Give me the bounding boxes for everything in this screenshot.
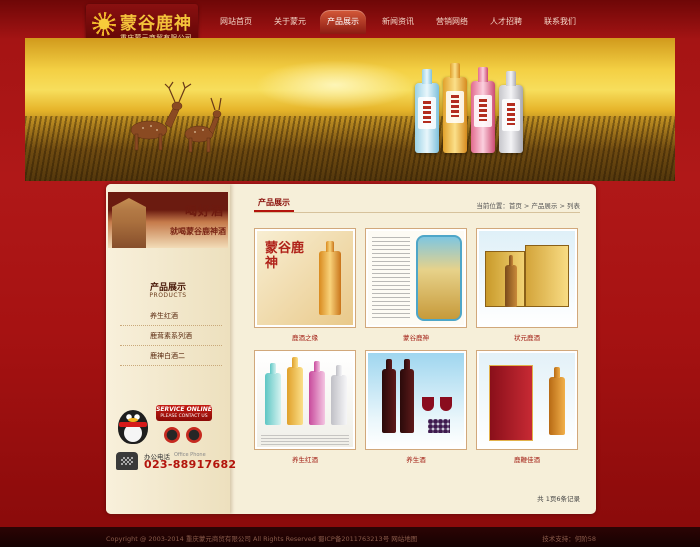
page-title: 产品展示 (254, 196, 294, 212)
bottle-gold-image (443, 63, 467, 153)
cognac-bottle-image (549, 367, 565, 435)
title-divider (254, 212, 580, 213)
pavilion-image (112, 198, 146, 248)
sidebar-item-antler-series[interactable]: 鹿茸素系列酒 (120, 326, 222, 346)
slogan-line1: 喝好酒 (184, 204, 224, 218)
sidebar-item-wine[interactable]: 养生红酒 (120, 306, 222, 326)
bottle-image (265, 363, 281, 425)
qq-chat-button-1[interactable] (164, 427, 180, 443)
slogan-line2: 就喝蒙谷鹿神酒 (170, 226, 226, 236)
pagination-info: 共 1页6条记录 (537, 495, 580, 503)
bottle-image (309, 361, 325, 425)
bottle-image (331, 365, 347, 425)
content-panel: 喝好酒 就喝蒙谷鹿神酒 产品展示 PRODUCTS 养生红酒 鹿茸素系列酒 鹿神… (106, 184, 596, 514)
bottle-image (319, 241, 341, 315)
site-footer: Copyright @ 2003-2014 重庆蒙元商贸有限公司 All Rig… (0, 527, 700, 547)
product-card[interactable]: 蒙谷鹿神 鹿酒之缘 (254, 228, 356, 342)
qq-chat-button-2[interactable] (186, 427, 202, 443)
nav-item-about[interactable]: 关于蒙元 (266, 10, 314, 34)
breadcrumb: 当前位置：首页 > 产品展示 > 列表 (476, 202, 580, 210)
product-card[interactable]: 状元鹿酒 (476, 228, 578, 342)
gift-box-image (525, 245, 569, 307)
grapes-image (428, 419, 450, 433)
sidebar-section-title-en: PRODUCTS (149, 292, 187, 299)
product-card[interactable]: 蒙谷鹿神 (365, 228, 467, 342)
product-name[interactable]: 养生红酒 (254, 454, 356, 464)
footer-copyright: Copyright @ 2003-2014 重庆蒙元商贸有限公司 All Rig… (106, 535, 418, 543)
product-image[interactable] (479, 231, 575, 325)
product-box-image (416, 235, 462, 321)
nav-item-products[interactable]: 产品展示 (320, 10, 366, 34)
product-image[interactable] (257, 353, 353, 447)
product-name[interactable]: 养生酒 (365, 454, 467, 464)
product-card[interactable]: 养生红酒 (254, 350, 356, 464)
bottle-image (505, 255, 517, 307)
bottle-image (287, 357, 303, 425)
wine-bottle-image (400, 359, 414, 433)
phone-number: 023-88917682 (144, 458, 237, 471)
product-card[interactable]: 养生酒 (365, 350, 467, 464)
bottle-blue-image (415, 69, 439, 153)
sidebar: 喝好酒 就喝蒙谷鹿神酒 产品展示 PRODUCTS 养生红酒 鹿茸素系列酒 鹿神… (106, 184, 236, 514)
product-name[interactable]: 鹿酒之缘 (254, 332, 356, 342)
description-text-image (261, 435, 349, 447)
sidebar-slogan-banner: 喝好酒 就喝蒙谷鹿神酒 (108, 192, 228, 248)
nav-item-network[interactable]: 营销网络 (428, 10, 476, 34)
sidebar-menu: 养生红酒 鹿茸素系列酒 鹿神白酒二 (120, 306, 222, 366)
product-image[interactable]: 蒙谷鹿神 (257, 231, 353, 325)
product-image[interactable] (479, 353, 575, 447)
sun-logo-icon (92, 12, 116, 36)
bottle-pink-image (471, 67, 495, 153)
service-badge-line1: SERVICE ONLINE (156, 406, 212, 413)
nav-item-home[interactable]: 网站首页 (212, 10, 260, 34)
nav-item-contact[interactable]: 联系我们 (536, 10, 584, 34)
sunset-glow (255, 60, 415, 110)
product-name[interactable]: 状元鹿酒 (476, 332, 578, 342)
footer-tech-support[interactable]: 技术支持：何阶58 (542, 533, 596, 543)
service-badge-line2: PLEASE CONTACT US (160, 414, 208, 419)
product-name[interactable]: 蒙谷鹿神 (365, 332, 467, 342)
deer-image (130, 81, 222, 153)
sidebar-item-liquor[interactable]: 鹿神白酒二 (120, 346, 222, 366)
telephone-icon (116, 452, 138, 470)
nav-item-news[interactable]: 新闻资讯 (374, 10, 422, 34)
calligraphy-image: 蒙谷鹿神 (265, 241, 305, 271)
service-online-badge[interactable]: SERVICE ONLINE PLEASE CONTACT US (156, 405, 212, 421)
product-card[interactable]: 鹿鞭佳酒 (476, 350, 578, 464)
nav-item-jobs[interactable]: 人才招聘 (482, 10, 530, 34)
qq-penguin-icon (116, 404, 150, 444)
product-doc-image (372, 237, 410, 321)
product-image[interactable] (368, 353, 464, 447)
hero-banner (25, 38, 675, 181)
wine-glass-image (422, 397, 434, 411)
wine-bottle-image (382, 359, 396, 433)
wine-glass-image (440, 397, 452, 411)
gift-box-image (489, 365, 533, 441)
product-name[interactable]: 鹿鞭佳酒 (476, 454, 578, 464)
bottle-silver-image (499, 71, 523, 153)
product-image[interactable] (368, 231, 464, 325)
logo-title: 蒙谷鹿神 (120, 14, 192, 34)
